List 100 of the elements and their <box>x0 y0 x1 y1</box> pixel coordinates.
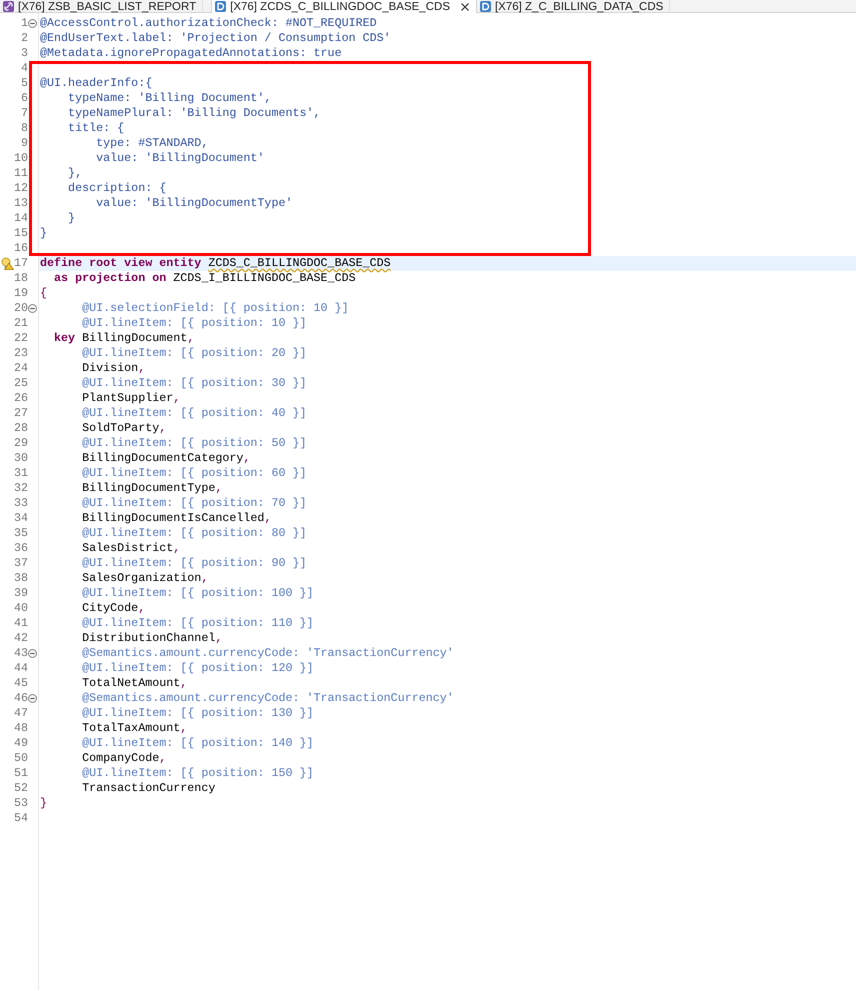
code-line: value: 'BillingDocumentType' <box>95 196 292 210</box>
code-line: TransactionCurrency <box>81 781 216 795</box>
line-number: 41 <box>14 616 28 631</box>
code-line: typeNamePlural: 'Billing Documents', <box>67 106 321 120</box>
code-line: @UI.lineItem: [{ position: 60 }] <box>81 466 307 480</box>
close-icon[interactable] <box>460 2 470 12</box>
line-number: 30 <box>14 451 28 466</box>
line-number: 24 <box>14 361 28 376</box>
code-line: @UI.lineItem: [{ position: 90 }] <box>81 556 307 570</box>
code-line: @UI.lineItem: [{ position: 100 }] <box>81 586 314 600</box>
code-line: @Metadata.ignorePropagatedAnnotations: true <box>40 46 342 60</box>
line-number: 54 <box>14 811 28 826</box>
code-line: SalesDistrict, <box>81 541 180 555</box>
code-line: typeName: 'Billing Document', <box>67 91 272 105</box>
line-number: 26 <box>14 391 28 406</box>
line-number: 34 <box>14 511 28 526</box>
code-line: @UI.lineItem: [{ position: 50 }] <box>81 436 307 450</box>
code-line: define root view entity ZCDS_C_BILLINGDOC_BASE_CDS <box>40 256 391 270</box>
line-number: 12 <box>14 181 28 196</box>
code-line: description: { <box>67 181 166 195</box>
line-number: 53 <box>14 796 28 811</box>
code-line: type: #STANDARD, <box>95 136 208 150</box>
line-number: 10 <box>14 151 28 166</box>
line-number: 32 <box>14 481 28 496</box>
code-line: TotalNetAmount, <box>81 676 188 690</box>
line-number: 17 <box>14 256 28 271</box>
line-number: 21 <box>14 316 28 331</box>
line-number: 51 <box>14 766 28 781</box>
code-line: }, <box>67 166 82 180</box>
line-number: 38 <box>14 571 28 586</box>
code-line: @UI.headerInfo:{ <box>40 76 152 90</box>
code-line: value: 'BillingDocument' <box>95 151 264 165</box>
line-number: 19 <box>14 286 28 301</box>
line-number: 27 <box>14 406 28 421</box>
code-line: } <box>40 226 48 240</box>
line-number: 1 <box>20 16 28 31</box>
line-number: 25 <box>14 376 28 391</box>
line-number: 48 <box>14 721 28 736</box>
collapse-icon[interactable] <box>28 304 37 313</box>
code-line: @UI.lineItem: [{ position: 130 }] <box>81 706 314 720</box>
code-line: @UI.lineItem: [{ position: 10 }] <box>81 316 307 330</box>
line-number: 7 <box>20 106 28 121</box>
code-line: } <box>40 796 48 810</box>
code-line: @UI.lineItem: [{ position: 150 }] <box>81 766 314 780</box>
line-number: 22 <box>14 331 28 346</box>
collapse-icon[interactable] <box>28 694 37 703</box>
code-line: @UI.lineItem: [{ position: 120 }] <box>81 661 314 675</box>
line-number: 8 <box>20 121 28 136</box>
line-number: 23 <box>14 346 28 361</box>
code-line: @UI.lineItem: [{ position: 110 }] <box>81 616 314 630</box>
code-line: } <box>67 211 76 225</box>
code-line: { <box>40 286 48 300</box>
line-number: 16 <box>14 241 28 256</box>
code-line: @UI.lineItem: [{ position: 40 }] <box>81 406 307 420</box>
code-line: @UI.lineItem: [{ position: 30 }] <box>81 376 307 390</box>
line-number: 49 <box>14 736 28 751</box>
code-line: @Semantics.amount.currencyCode: 'TransactionCurrency' <box>81 691 454 705</box>
line-number: 4 <box>20 61 28 76</box>
code-line: Division, <box>81 361 146 375</box>
code-line: key BillingDocument, <box>53 331 194 345</box>
line-number: 40 <box>14 601 28 616</box>
code-line: @AccessControl.authorizationCheck: #NOT_REQUIRED <box>40 16 377 30</box>
code-line: PlantSupplier, <box>81 391 180 405</box>
code-line: @UI.selectionField: [{ position: 10 }] <box>81 301 349 315</box>
line-number: 35 <box>14 526 28 541</box>
code-line: @UI.lineItem: [{ position: 20 }] <box>81 346 307 360</box>
line-number: 46 <box>14 691 28 706</box>
line-number: 3 <box>20 46 28 61</box>
line-number: 11 <box>14 166 28 181</box>
code-line: CityCode, <box>81 601 146 615</box>
line-number: 18 <box>14 271 28 286</box>
code-line: @UI.lineItem: [{ position: 80 }] <box>81 526 307 540</box>
code-line: @UI.lineItem: [{ position: 70 }] <box>81 496 307 510</box>
collapse-icon[interactable] <box>28 19 37 28</box>
code-line: SalesOrganization, <box>81 571 208 585</box>
code-line: @UI.lineItem: [{ position: 140 }] <box>81 736 314 750</box>
line-number: 37 <box>14 556 28 571</box>
line-number: 45 <box>14 676 28 691</box>
collapse-icon[interactable] <box>28 649 37 658</box>
code-line: @Semantics.amount.currencyCode: 'TransactionCurrency' <box>81 646 454 660</box>
line-number: 5 <box>20 76 28 91</box>
line-number: 36 <box>14 541 28 556</box>
code-line: CompanyCode, <box>81 751 166 765</box>
code-line: title: { <box>67 121 124 135</box>
code-line: SoldToParty, <box>81 421 166 435</box>
line-number: 44 <box>14 661 28 676</box>
line-number: 43 <box>14 646 28 661</box>
line-number: 42 <box>14 631 28 646</box>
editor-tab[interactable]: [X76] ZCDS_C_BILLINGDOC_BASE_CDS <box>211 0 477 13</box>
line-number: 13 <box>14 196 28 211</box>
line-number: 31 <box>14 466 28 481</box>
line-number: 47 <box>14 706 28 721</box>
code-line: as projection on ZCDS_I_BILLINGDOC_BASE_CDS <box>53 271 356 285</box>
code-line: TotalTaxAmount, <box>81 721 188 735</box>
line-number: 15 <box>14 226 28 241</box>
line-number: 28 <box>14 421 28 436</box>
code-line: BillingDocumentIsCancelled, <box>81 511 272 525</box>
line-number: 6 <box>20 91 28 106</box>
line-number: 33 <box>14 496 28 511</box>
code-line: BillingDocumentCategory, <box>81 451 250 465</box>
